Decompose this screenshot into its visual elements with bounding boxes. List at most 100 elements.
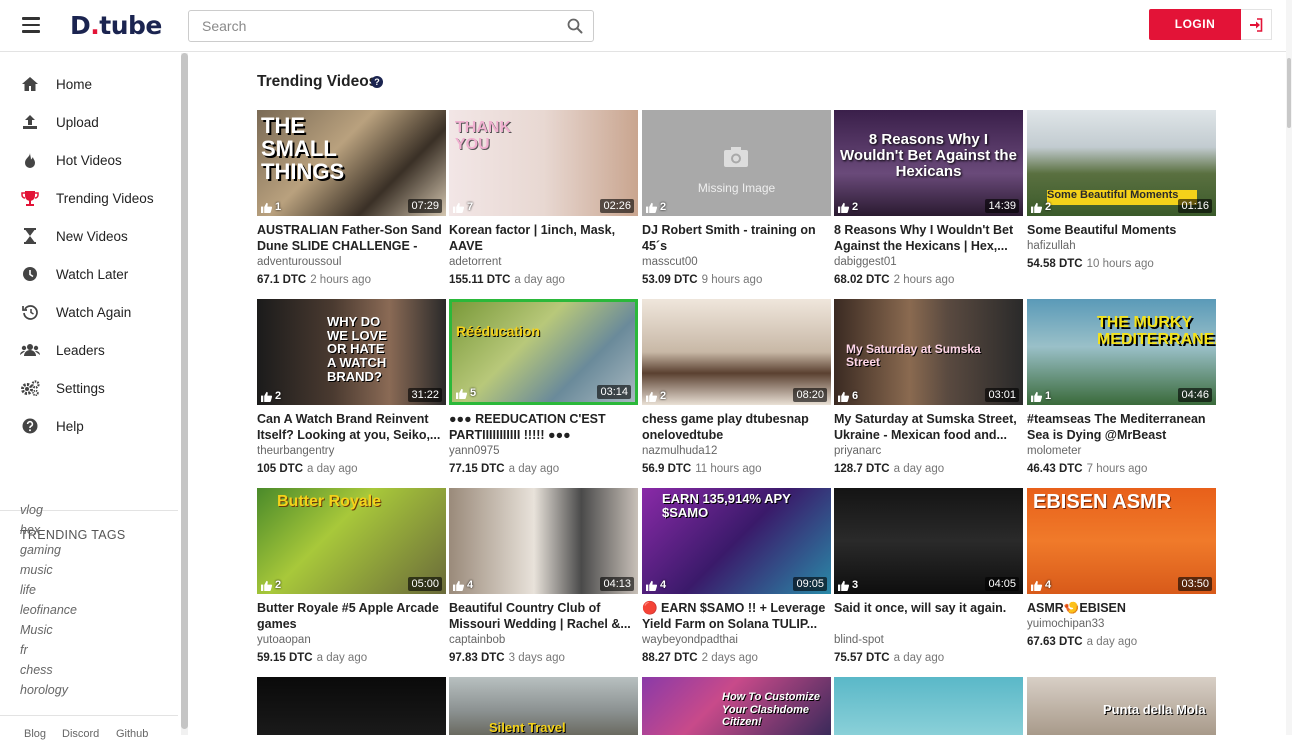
video-thumbnail[interactable]: 8 Reasons Why I Wouldn't Bet Against the… <box>834 110 1023 216</box>
scrollbar-thumb[interactable] <box>181 53 188 729</box>
video-thumbnail[interactable]: WHY DO WE LOVE OR HATE A WATCH BRAND? 2 … <box>257 299 446 405</box>
sidebar-item-help[interactable]: Help <box>20 415 84 437</box>
video-title[interactable]: AUSTRALIAN Father-Son Sand Dune SLIDE CH… <box>257 222 446 254</box>
login-button[interactable]: LOGIN <box>1149 9 1241 40</box>
video-title[interactable]: Some Beautiful Moments <box>1027 222 1216 238</box>
video-title[interactable]: DJ Robert Smith - training on 45´s <box>642 222 831 254</box>
video-card[interactable]: Butter Royale 2 05:00 Butter Royale #5 A… <box>257 488 446 668</box>
sidebar-scrollbar[interactable] <box>181 53 188 735</box>
video-author[interactable]: priyanarc <box>834 445 881 457</box>
tag-link[interactable]: Music <box>20 623 53 637</box>
video-card[interactable]: 8 Reasons Why I Wouldn't Bet Against the… <box>834 110 1023 290</box>
login-icon-button[interactable] <box>1241 9 1272 40</box>
footer-link-github[interactable]: Github <box>116 728 148 740</box>
video-thumbnail[interactable]: EBISEN ASMR 4 03:50 <box>1027 488 1216 594</box>
video-thumbnail[interactable]: 2 08:20 <box>642 299 831 405</box>
footer-link-discord[interactable]: Discord <box>62 728 99 740</box>
footer-link-blog[interactable]: Blog <box>24 728 46 740</box>
video-card[interactable]: THE SMALL THINGS 1 07:29 AUSTRALIAN Fath… <box>257 110 446 290</box>
video-title[interactable]: Butter Royale #5 Apple Arcade games <box>257 600 446 632</box>
video-title[interactable]: Can A Watch Brand Reinvent Itself? Looki… <box>257 411 446 443</box>
video-thumbnail[interactable]: THE MURKY MEDITERRANEAN 1 04:46 <box>1027 299 1216 405</box>
sidebar-item-hot-videos[interactable]: Hot Videos <box>20 149 122 171</box>
video-card[interactable]: EARN 135,914% APY $SAMO 4 09:05 🔴 EARN $… <box>642 488 831 668</box>
search-input[interactable] <box>189 11 549 41</box>
video-thumbnail[interactable] <box>834 677 1023 735</box>
sidebar-item-trending-videos[interactable]: Trending Videos <box>20 187 154 209</box>
sidebar-item-watch-again[interactable]: Watch Again <box>20 301 131 323</box>
video-title[interactable]: Korean factor | 1inch, Mask, AAVE <box>449 222 638 254</box>
video-title[interactable]: 🔴 EARN $SAMO !! + Leverage Yield Farm on… <box>642 600 831 632</box>
video-card[interactable]: WHY DO WE LOVE OR HATE A WATCH BRAND? 2 … <box>257 299 446 479</box>
video-title[interactable]: 8 Reasons Why I Wouldn't Bet Against the… <box>834 222 1023 254</box>
video-thumbnail[interactable]: THANK YOU 7 02:26 <box>449 110 638 216</box>
tag-link[interactable]: horology <box>20 683 68 697</box>
menu-icon[interactable] <box>22 17 40 33</box>
video-card[interactable]: 2 08:20 chess game play dtubesnap onelov… <box>642 299 831 479</box>
video-title[interactable]: ●●● REEDUCATION C'EST PARTIIIIIIIIIII !!… <box>449 411 638 443</box>
tag-link[interactable]: hex <box>20 523 40 537</box>
video-card[interactable]: 3 04:05 Said it once, will say it again.… <box>834 488 1023 668</box>
tag-link[interactable]: chess <box>20 663 53 677</box>
video-thumbnail[interactable]: EARN 135,914% APY $SAMO 4 09:05 <box>642 488 831 594</box>
tag-link[interactable]: leofinance <box>20 603 77 617</box>
video-title[interactable]: Beautiful Country Club of Missouri Weddi… <box>449 600 638 632</box>
sidebar-item-settings[interactable]: Settings <box>20 377 105 399</box>
video-thumbnail[interactable]: Silent Travel <box>449 677 638 735</box>
tag-link[interactable]: vlog <box>20 503 43 517</box>
video-title[interactable]: Said it once, will say it again. <box>834 600 1023 616</box>
video-author[interactable]: adetorrent <box>449 256 501 268</box>
video-card[interactable]: 4 04:13 Beautiful Country Club of Missou… <box>449 488 638 668</box>
video-thumbnail[interactable]: Some Beautiful Moments 2 01:16 <box>1027 110 1216 216</box>
video-thumbnail[interactable]: My Saturday at Sumska Street 6 03:01 <box>834 299 1023 405</box>
video-author[interactable]: blind-spot <box>834 634 884 646</box>
sidebar-item-label: Watch Again <box>56 304 132 320</box>
video-author[interactable]: nazmulhuda12 <box>642 445 717 457</box>
sidebar-item-leaders[interactable]: Leaders <box>20 339 105 361</box>
tag-link[interactable]: fr <box>20 643 28 657</box>
sidebar-item-upload[interactable]: Upload <box>20 111 99 133</box>
video-thumbnail[interactable]: Butter Royale 2 05:00 <box>257 488 446 594</box>
video-author[interactable]: theurbangentry <box>257 445 334 457</box>
video-card[interactable]: Some Beautiful Moments 2 01:16 Some Beau… <box>1027 110 1216 290</box>
video-author[interactable]: yann0975 <box>449 445 500 457</box>
video-author[interactable]: yutoaopan <box>257 634 311 646</box>
tag-link[interactable]: gaming <box>20 543 61 557</box>
scrollbar-thumb[interactable] <box>1287 58 1291 128</box>
search-icon[interactable] <box>567 18 583 34</box>
video-title[interactable]: My Saturday at Sumska Street, Ukraine - … <box>834 411 1023 443</box>
video-thumbnail[interactable] <box>257 677 446 735</box>
video-author[interactable]: captainbob <box>449 634 505 646</box>
video-card[interactable]: EBISEN ASMR 4 03:50 ASMR🍤EBISEN yuimochi… <box>1027 488 1216 668</box>
sidebar-item-watch-later[interactable]: Watch Later <box>20 263 128 285</box>
video-title[interactable]: ASMR🍤EBISEN <box>1027 600 1216 616</box>
help-icon[interactable]: ? <box>371 76 383 88</box>
video-card[interactable]: My Saturday at Sumska Street 6 03:01 My … <box>834 299 1023 479</box>
video-thumbnail[interactable]: Rééducation 5 03:14 <box>449 299 638 405</box>
video-author[interactable]: yuimochipan33 <box>1027 618 1104 630</box>
video-author[interactable]: waybeyondpadthai <box>642 634 738 646</box>
video-card[interactable]: Rééducation 5 03:14 ●●● REEDUCATION C'ES… <box>449 299 638 479</box>
sidebar-item-new-videos[interactable]: New Videos <box>20 225 128 247</box>
video-thumbnail[interactable]: THE SMALL THINGS 1 07:29 <box>257 110 446 216</box>
video-thumbnail[interactable]: Punta della Mola <box>1027 677 1216 735</box>
video-thumbnail[interactable]: 4 04:13 <box>449 488 638 594</box>
video-thumbnail[interactable]: 3 04:05 <box>834 488 1023 594</box>
tag-link[interactable]: music <box>20 563 53 577</box>
video-thumbnail[interactable]: Missing Image 2 <box>642 110 831 216</box>
video-card[interactable]: Missing Image 2 DJ Robert Smith - traini… <box>642 110 831 290</box>
video-card[interactable]: THE MURKY MEDITERRANEAN 1 04:46 #teamsea… <box>1027 299 1216 479</box>
video-title[interactable]: #teamseas The Mediterranean Sea is Dying… <box>1027 411 1216 443</box>
dtube-logo[interactable]: D.tube <box>70 11 162 40</box>
video-thumbnail[interactable]: How To Customize Your Clashdome Citizen! <box>642 677 831 735</box>
video-card[interactable]: THANK YOU 7 02:26 Korean factor | 1inch,… <box>449 110 638 290</box>
video-title[interactable]: chess game play dtubesnap onelovedtube <box>642 411 831 443</box>
page-scrollbar[interactable] <box>1286 0 1292 735</box>
video-author[interactable]: adventuroussoul <box>257 256 341 268</box>
video-author[interactable]: molometer <box>1027 445 1081 457</box>
tag-link[interactable]: life <box>20 583 36 597</box>
video-author[interactable]: dabiggest01 <box>834 256 897 268</box>
video-author[interactable]: hafizullah <box>1027 240 1076 252</box>
video-author[interactable]: masscut00 <box>642 256 698 268</box>
sidebar-item-home[interactable]: Home <box>20 73 92 95</box>
